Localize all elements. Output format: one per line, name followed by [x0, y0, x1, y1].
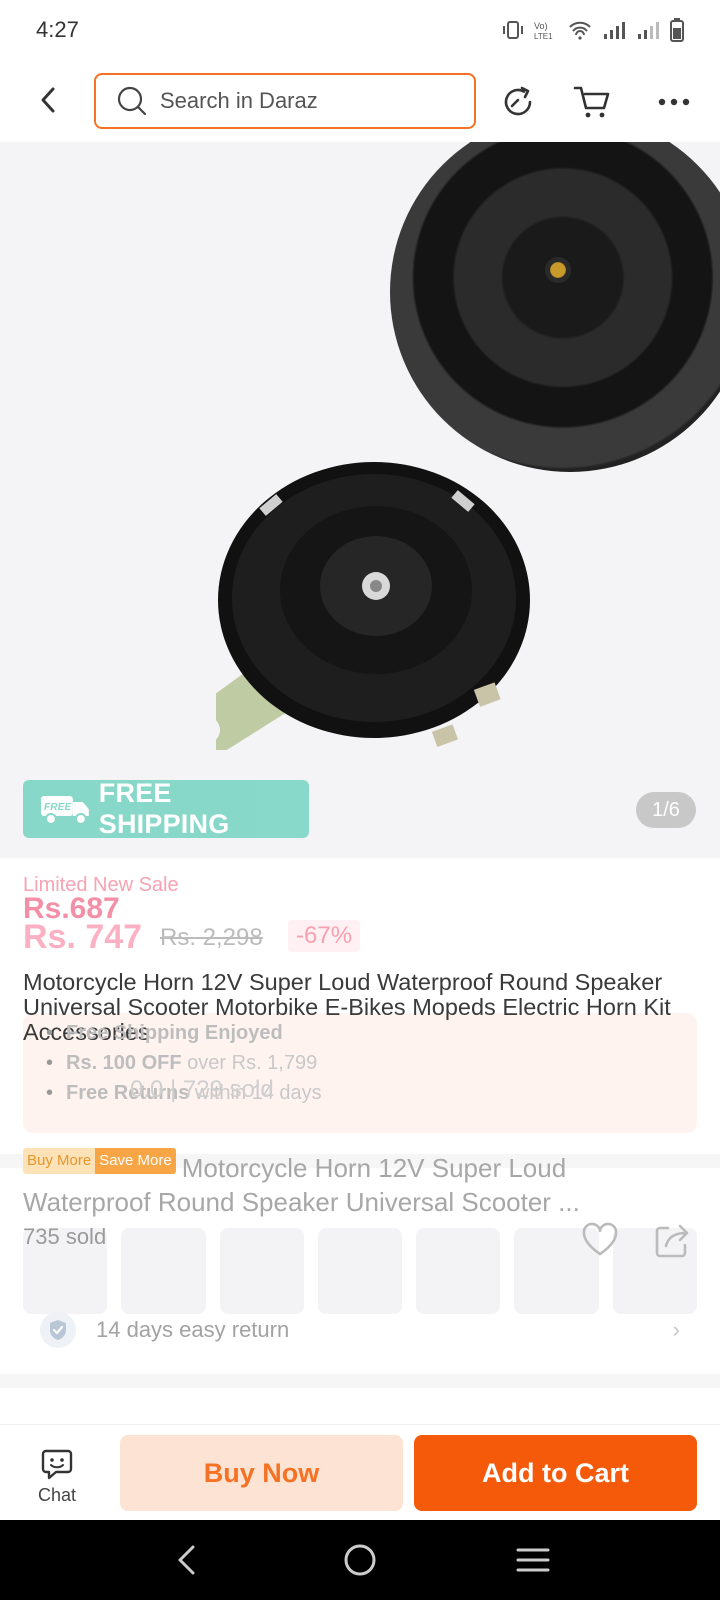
cart-icon — [573, 86, 610, 118]
add-to-cart-button[interactable]: Add to Cart — [414, 1435, 697, 1511]
search-input[interactable] — [160, 88, 440, 114]
more-button[interactable] — [652, 80, 696, 124]
chevron-left-icon — [41, 87, 55, 113]
delivery-truck-icon: FREE — [40, 796, 89, 825]
battery-icon — [670, 18, 684, 42]
more-dots-icon — [658, 98, 690, 106]
chat-label: Chat — [37, 1485, 77, 1505]
easy-return-label: 14 days easy return — [96, 1317, 290, 1342]
volte-icon: Vo)LTE1 — [534, 21, 553, 41]
promo-product-title[interactable]: Buy More Save More Motorcycle Horn 12V Sup… — [23, 1148, 673, 1219]
product-image-gallery[interactable]: FREE FREE SHIPPING 1/6 — [0, 142, 720, 858]
free-shipping-badge: FREE FREE SHIPPING — [23, 778, 309, 839]
product-info: Limited New Sale Rs.687 Rs. 747 Rs. 2,29… — [0, 858, 720, 1424]
bottom-action-bar: Chat Buy Now Add to Cart — [0, 1424, 720, 1520]
free-tag: FREE — [44, 802, 71, 813]
rating-sold-line: 0.0 | 729 sold — [130, 1076, 274, 1103]
benefit-item: Rs. 100 OFF over Rs. 1,799 — [46, 1048, 322, 1078]
nav-back-button[interactable] — [157, 1530, 217, 1590]
heart-icon — [582, 1222, 618, 1256]
svg-text:LTE1: LTE1 — [534, 32, 553, 41]
search-box[interactable] — [94, 73, 476, 129]
nav-home-icon — [344, 1544, 376, 1576]
status-icons: Vo) LTE1 — [502, 18, 684, 42]
history-button[interactable] — [496, 80, 540, 124]
refresh-arrow-icon — [504, 86, 532, 116]
system-nav-bar — [0, 1520, 720, 1600]
nav-recents-button[interactable] — [503, 1530, 563, 1590]
current-price: Rs. 747 — [23, 918, 143, 956]
vibrate-icon — [503, 21, 523, 39]
search-icon — [117, 86, 147, 116]
chevron-right-icon: › — [672, 1317, 680, 1342]
top-header — [0, 60, 720, 142]
wifi-icon — [569, 21, 591, 40]
horn-product-image — [216, 462, 530, 750]
signal-2-icon — [638, 22, 659, 39]
nav-back-icon — [178, 1545, 195, 1575]
easy-return-row[interactable]: 14 days easy return › — [40, 1310, 680, 1350]
chat-icon — [41, 1449, 73, 1480]
share-button[interactable] — [652, 1220, 692, 1260]
benefit-item: Free Shipping Enjoyed — [46, 1018, 322, 1048]
image-page-indicator: 1/6 — [636, 792, 696, 828]
discount-badge: -67% — [288, 920, 361, 952]
original-price: Rs. 2,298 — [160, 924, 263, 951]
signal-icon — [604, 22, 625, 39]
svg-text:Vo): Vo) — [534, 21, 548, 31]
cart-button[interactable] — [570, 80, 614, 124]
sold-count: 735 sold — [23, 1224, 107, 1249]
free-shipping-label: FREE SHIPPING — [98, 778, 230, 839]
nav-home-button[interactable] — [330, 1530, 390, 1590]
chat-button[interactable]: Chat — [22, 1447, 92, 1513]
shield-check-icon — [40, 1312, 76, 1348]
status-time: 4:27 — [36, 17, 79, 42]
section-divider-2 — [0, 1374, 720, 1388]
buy-more-save-more-badge: Buy More Save More — [23, 1148, 176, 1174]
buy-now-button[interactable]: Buy Now — [120, 1435, 403, 1511]
wishlist-button[interactable] — [580, 1220, 620, 1260]
share-icon — [655, 1224, 689, 1258]
back-button[interactable] — [28, 80, 68, 120]
nav-menu-icon — [516, 1548, 550, 1572]
installed-horn-photo — [390, 142, 720, 472]
status-bar: 4:27 Vo) LTE1 — [0, 0, 720, 60]
